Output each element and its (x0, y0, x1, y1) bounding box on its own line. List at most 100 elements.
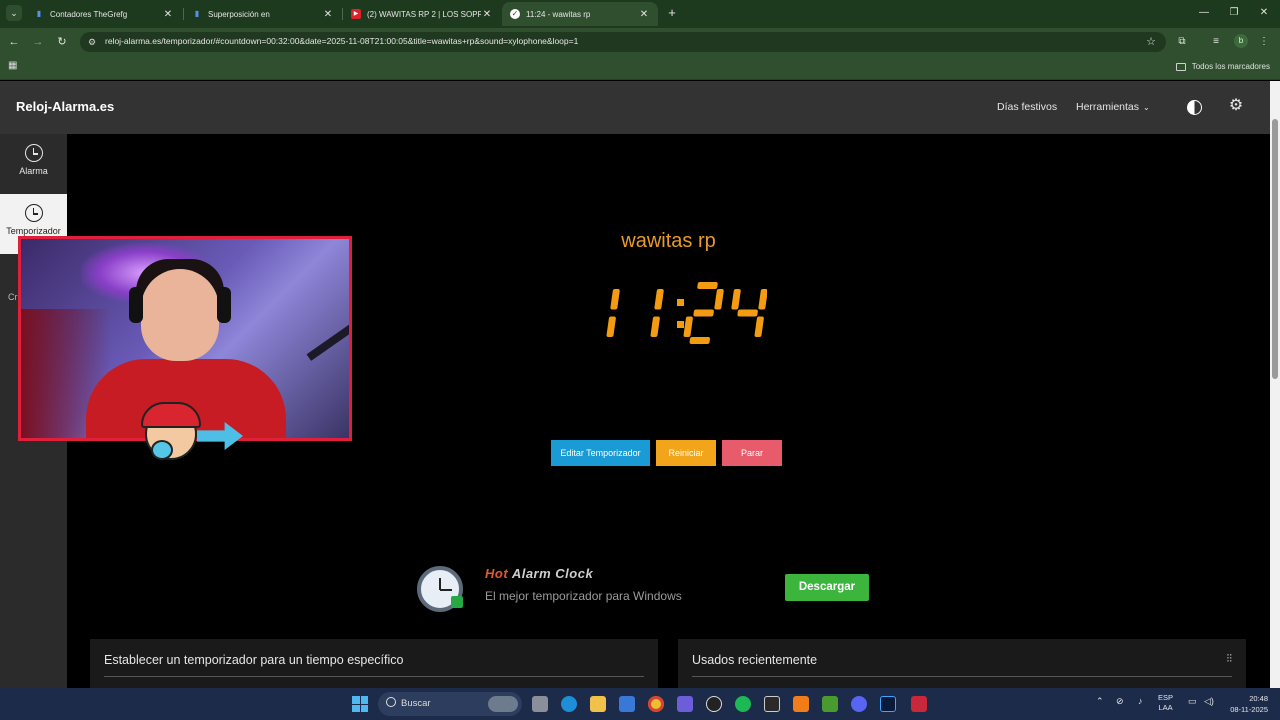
store-icon[interactable] (619, 696, 635, 712)
back-arrow-icon[interactable]: ← (6, 34, 22, 50)
tab-favicon: ▮ (36, 9, 42, 18)
taskbar-clock[interactable]: 20:48 08-11-2025 (1226, 693, 1268, 715)
tab-title: Superposición en (208, 9, 270, 19)
digit-segment (654, 289, 664, 310)
nav-holidays[interactable]: Días festivos (997, 101, 1057, 113)
nav-tools[interactable]: Herramientas ⌄ (1076, 101, 1150, 113)
discord-icon[interactable] (851, 696, 867, 712)
gear-icon[interactable]: ⚙ (1227, 97, 1245, 115)
obs-icon[interactable] (706, 696, 722, 712)
window-close-button[interactable]: ✕ (1254, 5, 1274, 21)
tab-contadores[interactable]: ▮ Contadores TheGrefg ✕ (26, 2, 182, 26)
browser-tab-strip: ⌄ ▮ Contadores TheGrefg ✕ ▮ Superposició… (0, 0, 1280, 28)
alarm-clock-app-icon (417, 566, 463, 612)
tab-title: 11:24 - wawitas rp (526, 9, 591, 19)
specific-time-card: Establecer un temporizador para un tiemp… (90, 639, 658, 688)
lang-code: ESP (1158, 693, 1174, 702)
digit-segment (731, 289, 741, 310)
page-scrollbar[interactable] (1270, 81, 1280, 688)
windows-start-icon[interactable] (352, 696, 368, 712)
digit-segment (737, 309, 758, 317)
timer-digit (683, 282, 724, 344)
site-logo[interactable]: Reloj-Alarma.es (16, 99, 114, 114)
colon-dot (677, 321, 684, 328)
forward-arrow-icon[interactable]: → (30, 34, 46, 50)
site-info-icon[interactable]: ⚙ (86, 36, 98, 48)
contrast-toggle-icon[interactable] (1187, 100, 1202, 115)
sidebar-item-alarm[interactable]: Alarma (0, 134, 67, 194)
tab-superposicion[interactable]: ▮ Superposición en ✕ (184, 2, 342, 26)
language-indicator[interactable]: ESP LAA (1158, 693, 1173, 713)
wifi-icon[interactable]: ▭ (1188, 696, 1197, 707)
photoshop-icon[interactable] (880, 696, 896, 712)
restore-button[interactable]: ❐ (1224, 5, 1244, 21)
edit-timer-button[interactable]: Editar Temporizador (551, 440, 650, 466)
browser-toolbar: ← → ↻ ⚙ reloj-alarma.es/temporizador/#co… (0, 28, 1280, 56)
windows-taskbar: Buscar ⌃ ⊘ ♪ ESP LAA ▭ ◁) 20:48 08-11-20… (0, 688, 1280, 720)
chrome-icon[interactable] (648, 696, 664, 712)
tab-reloj-alarma[interactable]: ✓ 11:24 - wawitas rp ✕ (502, 2, 658, 26)
tab-title: (2) WAWITAS RP 2 | LOS SOPRA (367, 9, 481, 19)
extensions-icon[interactable]: ⧉ (1174, 34, 1190, 50)
ad-title-hot: Hot (485, 566, 509, 581)
search-highlight-image (488, 696, 518, 712)
timer-display (606, 282, 767, 344)
sidebar-item-label: Alarma (19, 166, 48, 176)
epic-games-icon[interactable] (764, 696, 780, 712)
download-button[interactable]: Descargar (785, 574, 869, 601)
restart-button[interactable]: Reiniciar (656, 440, 716, 466)
volume-icon[interactable]: ◁) (1204, 696, 1214, 707)
card-heading: Establecer un temporizador para un tiemp… (104, 653, 404, 667)
digit-segment (606, 316, 616, 337)
divider (692, 676, 1232, 677)
clock-favicon-icon: ✓ (510, 9, 520, 19)
tab-search-button[interactable]: ⌄ (6, 5, 22, 21)
timer-digit (731, 289, 767, 337)
spotify-icon[interactable] (735, 696, 751, 712)
file-explorer-icon[interactable] (590, 696, 606, 712)
bookmarks-bar: ▦ Todos los marcadores (0, 56, 1280, 80)
tray-chevron-icon[interactable]: ⌃ (1096, 696, 1104, 707)
profile-avatar[interactable]: b (1234, 34, 1248, 48)
all-bookmarks-button[interactable]: Todos los marcadores (1175, 62, 1270, 71)
folder-icon (1175, 62, 1186, 71)
minimize-button[interactable]: — (1194, 5, 1214, 21)
edge-icon[interactable] (561, 696, 577, 712)
nav-tools-label: Herramientas (1076, 101, 1140, 113)
close-icon[interactable]: ✕ (162, 9, 174, 20)
ad-title-rest: Alarm Clock (511, 566, 594, 581)
ad-title: Hot Alarm Clock (485, 566, 593, 581)
microphone-icon[interactable]: ♪ (1138, 696, 1143, 706)
clock-time: 20:48 (1249, 694, 1268, 703)
tray-network-icon[interactable]: ⊘ (1116, 696, 1124, 707)
copilot-icon[interactable] (677, 696, 693, 712)
sidebar-item-label: Temporizador (6, 226, 61, 236)
scrollbar-thumb[interactable] (1272, 119, 1278, 379)
all-bookmarks-label: Todos los marcadores (1191, 62, 1270, 71)
close-icon[interactable]: ✕ (322, 9, 334, 20)
task-view-icon[interactable] (532, 696, 548, 712)
timer-icon (24, 204, 43, 222)
more-menu-icon[interactable]: ⋮ (1256, 34, 1272, 50)
sliders-icon[interactable]: ⫶⫶ (1227, 653, 1233, 666)
divider (104, 676, 644, 677)
tab-youtube[interactable]: ▶ (2) WAWITAS RP 2 | LOS SOPRA ✕ (343, 2, 501, 26)
bookmark-star-icon[interactable]: ☆ (1146, 35, 1156, 48)
colon-dot (677, 299, 684, 306)
sidebar-item-partial[interactable]: Cr (8, 292, 18, 302)
apps-grid-icon[interactable]: ▦ (8, 60, 20, 72)
vlc-icon[interactable] (793, 696, 809, 712)
streaming-app-icon[interactable] (911, 696, 927, 712)
digit-segment (693, 309, 714, 317)
address-bar[interactable]: ⚙ reloj-alarma.es/temporizador/#countdow… (80, 32, 1166, 52)
media-queue-icon[interactable]: ≡ (1208, 34, 1224, 50)
taskbar-search[interactable]: Buscar (378, 692, 522, 716)
url-text[interactable]: reloj-alarma.es/temporizador/#countdown=… (105, 36, 578, 46)
stop-button[interactable]: Parar (722, 440, 782, 466)
close-icon[interactable]: ✕ (481, 9, 493, 20)
minecraft-icon[interactable] (822, 696, 838, 712)
new-tab-button[interactable]: + (664, 5, 680, 21)
close-icon[interactable]: ✕ (638, 9, 650, 20)
youtube-icon: ▶ (351, 9, 361, 19)
reload-icon[interactable]: ↻ (54, 34, 70, 50)
